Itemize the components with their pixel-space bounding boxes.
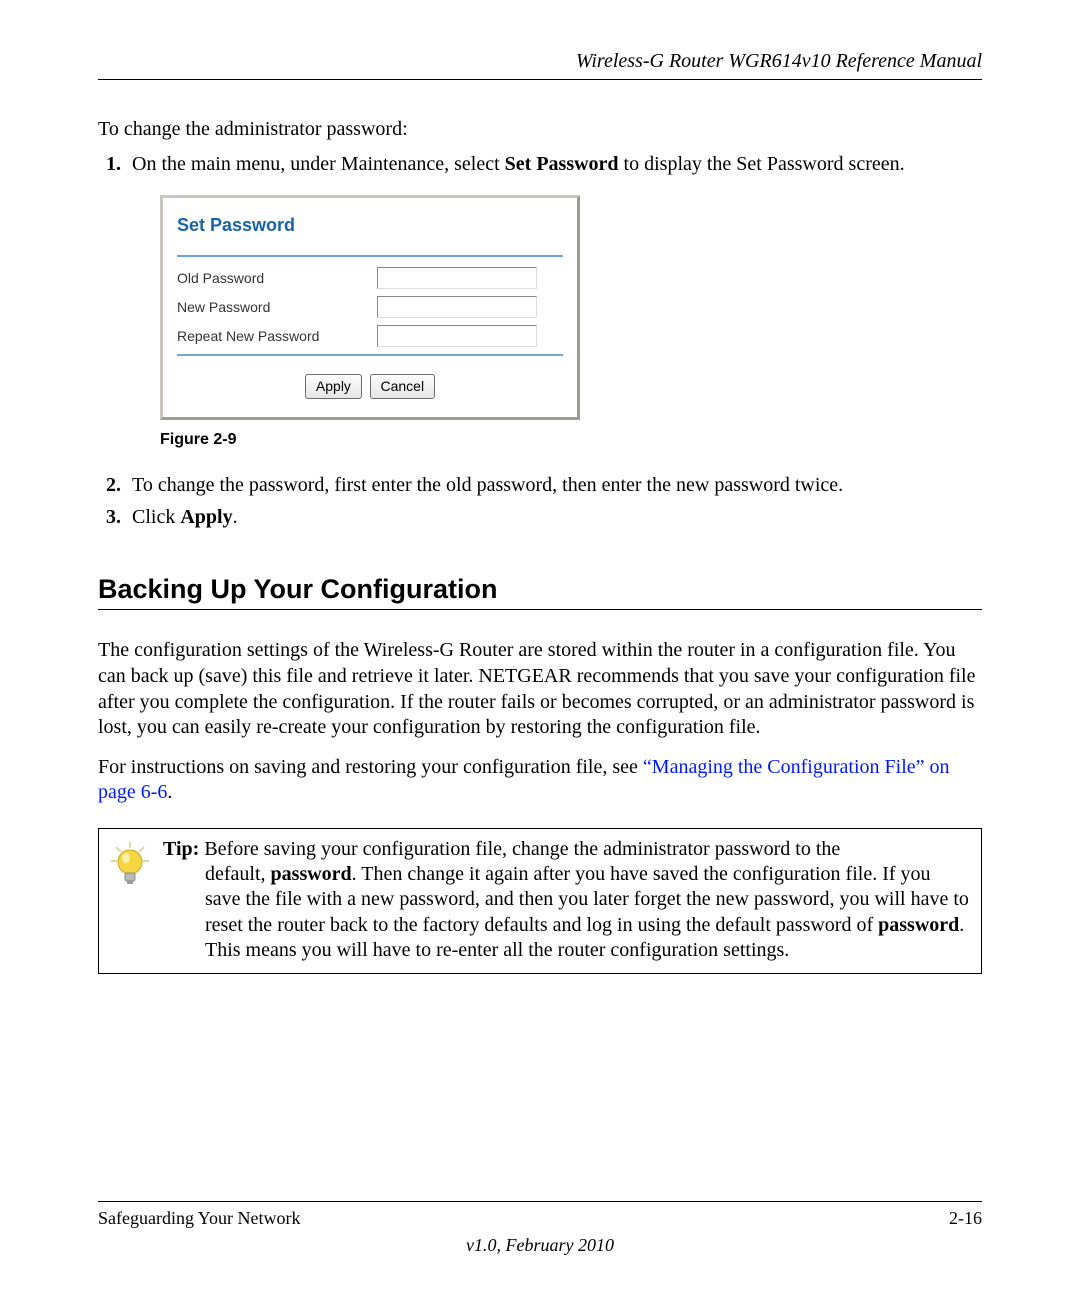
- set-password-dialog: Set Password Old Password New Password R…: [160, 195, 580, 420]
- step-3-bold: Apply: [180, 506, 232, 528]
- apply-button[interactable]: Apply: [305, 374, 362, 398]
- new-password-label: New Password: [177, 298, 377, 316]
- dialog-divider-bottom: [177, 354, 563, 356]
- footer-section: Safeguarding Your Network: [98, 1208, 300, 1229]
- page-header: Wireless-G Router WGR614v10 Reference Ma…: [98, 50, 982, 80]
- page-footer: Safeguarding Your Network 2-16 v1.0, Feb…: [98, 1201, 982, 1256]
- backup-paragraph-2: For instructions on saving and restoring…: [98, 755, 982, 806]
- dialog-divider-top: [177, 255, 563, 257]
- step-1: On the main menu, under Maintenance, sel…: [126, 151, 982, 450]
- doc-title: Wireless-G Router WGR614v10 Reference Ma…: [576, 50, 982, 72]
- step-2: To change the password, first enter the …: [126, 472, 982, 498]
- repeat-password-row: Repeat New Password: [177, 325, 563, 347]
- footer-page-number: 2-16: [949, 1208, 982, 1229]
- old-password-input[interactable]: [377, 267, 537, 289]
- new-password-input[interactable]: [377, 296, 537, 318]
- repeat-password-input[interactable]: [377, 325, 537, 347]
- new-password-row: New Password: [177, 296, 563, 318]
- dialog-title: Set Password: [177, 210, 563, 255]
- tip-box: Tip: Before saving your configuration fi…: [98, 828, 982, 974]
- old-password-label: Old Password: [177, 269, 377, 287]
- tip-text: Tip: Before saving your configuration fi…: [161, 829, 981, 973]
- cancel-button[interactable]: Cancel: [370, 374, 436, 398]
- lightbulb-icon: [99, 829, 161, 973]
- figure-caption: Figure 2-9: [160, 430, 982, 451]
- intro-text: To change the administrator password:: [98, 118, 982, 141]
- step-1-bold: Set Password: [505, 153, 619, 175]
- section-heading: Backing Up Your Configuration: [98, 574, 982, 610]
- old-password-row: Old Password: [177, 267, 563, 289]
- backup-paragraph-1: The configuration settings of the Wirele…: [98, 638, 982, 740]
- step-3: Click Apply.: [126, 504, 982, 530]
- footer-version: v1.0, February 2010: [98, 1235, 982, 1256]
- tip-label: Tip:: [163, 838, 199, 860]
- repeat-password-label: Repeat New Password: [177, 327, 377, 345]
